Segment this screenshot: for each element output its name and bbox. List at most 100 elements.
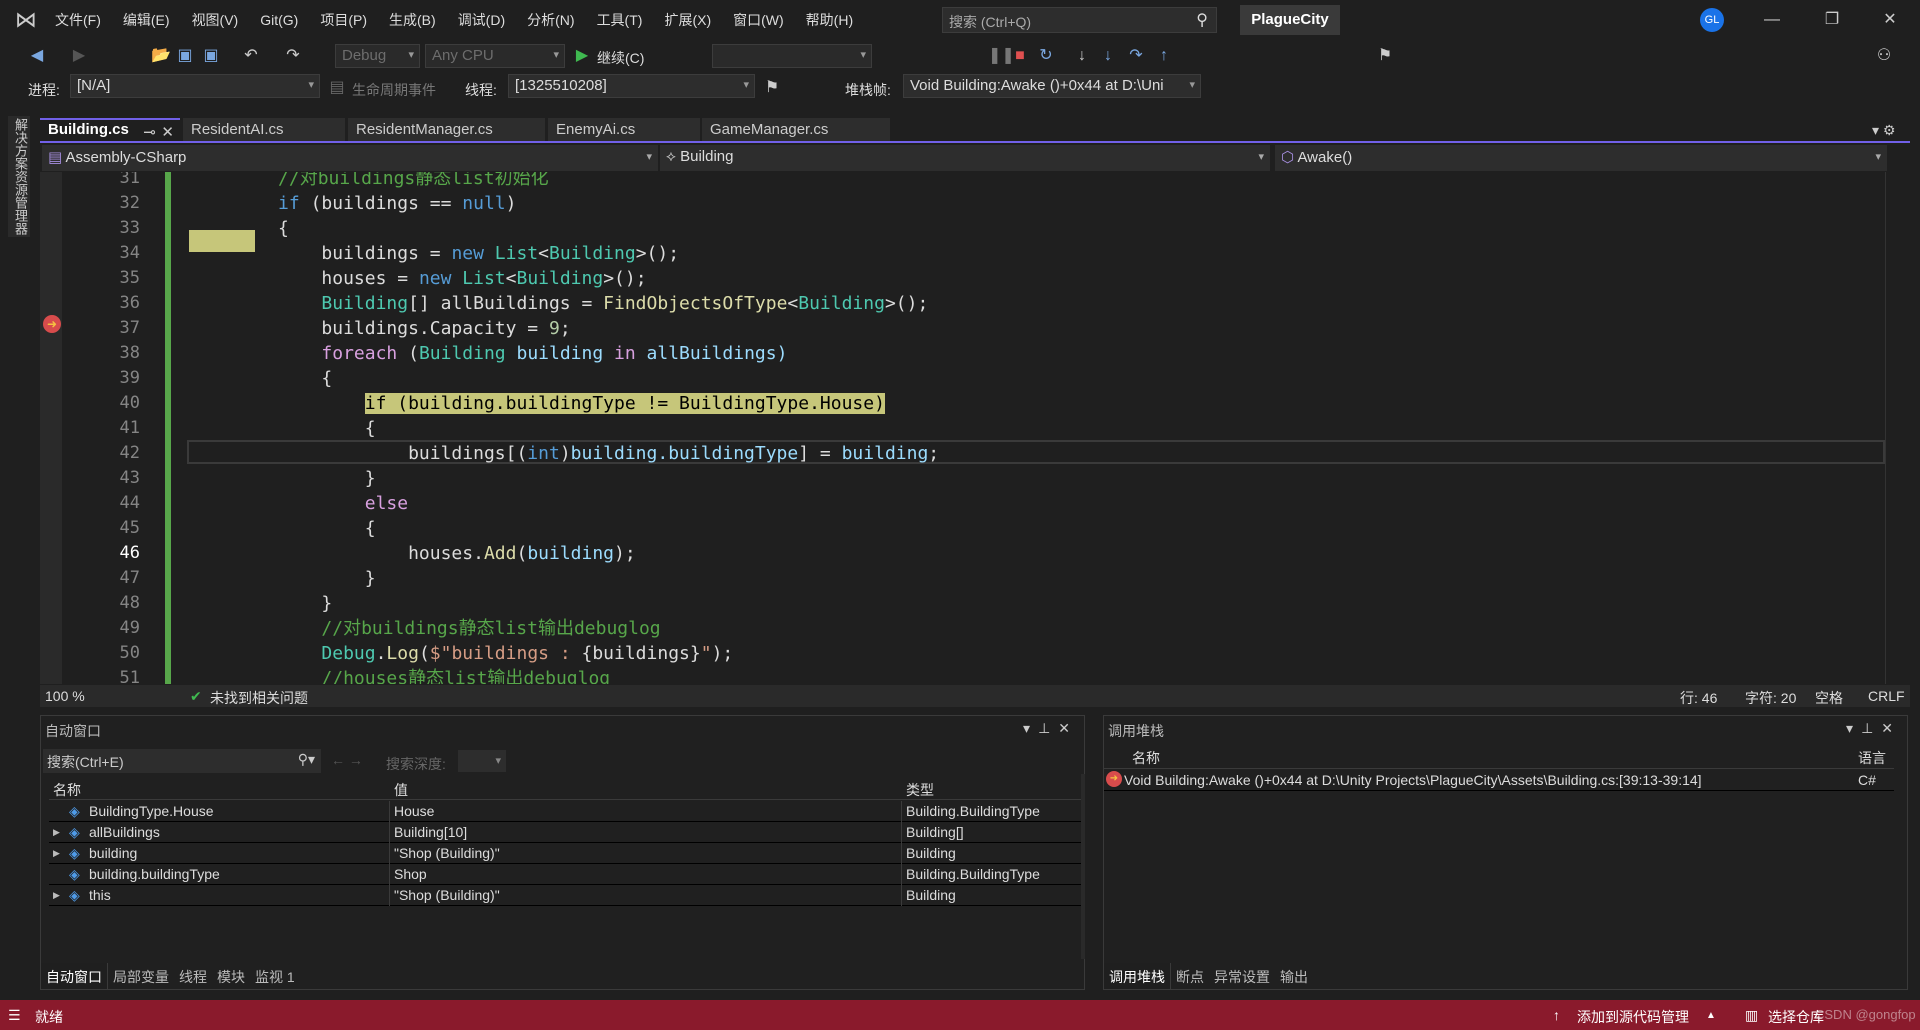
zoom-dropdown[interactable]: 100 % [45, 688, 85, 704]
breakpoint-margin[interactable] [40, 172, 62, 684]
code-line[interactable]: } [148, 591, 332, 616]
show-next-statement-icon[interactable]: ↓ [1072, 43, 1092, 69]
live-share-icon[interactable]: ⚇ [1874, 43, 1894, 69]
project-dropdown[interactable]: ▤ Assembly-CSharp ▾ [42, 145, 658, 171]
call-stack-row[interactable]: ➜ Void Building:Awake ()+0x44 at D:\Unity… [1104, 770, 1894, 791]
expand-arrow-icon[interactable]: ▶ [53, 827, 60, 838]
issues-status[interactable]: 未找到相关问题 [210, 688, 308, 708]
close-button[interactable]: ✕ [1870, 6, 1910, 34]
menu-item[interactable]: Git(G) [249, 12, 309, 28]
bookmark-icon[interactable]: ⚑ [1375, 43, 1395, 69]
configuration-dropdown[interactable]: Debug ▾ [335, 44, 420, 68]
code-line[interactable]: buildings.Capacity = 9; [148, 316, 570, 341]
code-line[interactable]: } [148, 566, 376, 591]
code-line[interactable]: Debug.Log($"buildings : {buildings}"); [148, 641, 733, 666]
member-dropdown[interactable]: ⬡ Awake() ▾ [1275, 145, 1887, 171]
column-header-language[interactable]: 语言 [1858, 748, 1886, 768]
column-header-value[interactable]: 值 [394, 780, 408, 800]
code-line[interactable]: if (building.buildingType != BuildingTyp… [148, 391, 885, 416]
autos-tab[interactable]: 模块 [212, 963, 250, 989]
forward-icon[interactable]: ▶ [68, 43, 90, 69]
call-stack-tab[interactable]: 调用堆栈 [1104, 963, 1171, 989]
close-icon[interactable]: ✕ [161, 123, 174, 141]
menu-item[interactable]: 项目(P) [309, 10, 378, 30]
column-header-type[interactable]: 类型 [906, 780, 934, 800]
save-icon[interactable]: ▣ [174, 43, 196, 69]
autos-row[interactable]: ▶ ◈ this "Shop (Building)" Building [49, 885, 1081, 906]
platform-dropdown[interactable]: Any CPU ▾ [425, 44, 565, 68]
autos-tab[interactable]: 线程 [174, 963, 212, 989]
code-line[interactable]: //houses静态list输出debuglog [148, 666, 610, 684]
menu-item[interactable]: 文件(F) [44, 10, 112, 30]
search-box[interactable]: 搜索 (Ctrl+Q) ⚲ [942, 7, 1217, 33]
variable-value[interactable]: House [394, 803, 434, 819]
expand-arrow-icon[interactable]: ▶ [53, 890, 60, 901]
code-line[interactable]: Building[] allBuildings = FindObjectsOfT… [148, 291, 928, 316]
whitespace-status[interactable]: 空格 [1815, 688, 1843, 708]
call-stack-tab[interactable]: 异常设置 [1209, 963, 1275, 989]
menu-item[interactable]: 扩展(X) [653, 10, 722, 30]
process-dropdown[interactable]: [N/A] ▾ [70, 74, 320, 98]
code-line[interactable]: foreach (Building building in allBuildin… [148, 341, 787, 366]
eol-status[interactable]: CRLF [1868, 688, 1905, 704]
code-line[interactable]: { [148, 416, 376, 441]
menu-item[interactable]: 帮助(H) [795, 10, 864, 30]
tab-building-cs[interactable]: Building.cs ⊸ ✕ [40, 118, 180, 142]
tab-overflow-chevron-icon[interactable]: ▾ ⚙ [1872, 122, 1895, 139]
code-line[interactable]: //对buildings静态list输出debuglog [148, 616, 660, 641]
autos-row[interactable]: ◈ BuildingType.House House Building.Buildin… [49, 801, 1081, 822]
column-header-name[interactable]: 名称 [53, 780, 81, 800]
line-number-status[interactable]: 行: 46 [1680, 688, 1717, 708]
vertical-scrollbar[interactable] [1885, 172, 1900, 684]
variable-value[interactable]: "Shop (Building)" [394, 845, 500, 861]
avatar[interactable]: GL [1700, 8, 1724, 32]
pause-icon[interactable]: ❚❚ [988, 43, 1015, 69]
tab-gamemanager-cs[interactable]: GameManager.cs [702, 118, 890, 142]
menu-item[interactable]: 编辑(E) [112, 10, 181, 30]
autos-tab[interactable]: 局部变量 [108, 963, 174, 989]
menu-item[interactable]: 调试(D) [447, 10, 516, 30]
char-number-status[interactable]: 字符: 20 [1745, 688, 1796, 708]
code-line[interactable]: //对buildings静态list初始化 [148, 172, 549, 191]
code-line[interactable]: houses = new List<Building>(); [148, 266, 646, 291]
empty-dropdown[interactable]: ▾ [712, 44, 872, 68]
step-out-icon[interactable]: ↑ [1154, 43, 1174, 69]
tab-enemyai-cs[interactable]: EnemyAi.cs [548, 118, 700, 142]
menu-item[interactable]: 分析(N) [516, 10, 585, 30]
add-to-source-control-button[interactable]: 添加到源代码管理 [1577, 1007, 1689, 1027]
back-icon[interactable]: ◀ [26, 43, 48, 69]
tab-residentai-cs[interactable]: ResidentAI.cs [183, 118, 345, 142]
code-line[interactable]: { [148, 366, 332, 391]
autos-row[interactable]: ▶ ◈ allBuildings Building[10] Building[] [49, 822, 1081, 843]
code-line[interactable]: buildings = new List<Building>(); [148, 241, 679, 266]
continue-button[interactable]: 继续(C) [597, 48, 644, 68]
redo-icon[interactable]: ↷ [282, 43, 304, 69]
code-editor[interactable]: ➜ 31 //对buildings静态list初始化 32 if (buildin… [0, 172, 1900, 684]
variable-value[interactable]: Building[10] [394, 824, 467, 840]
search-depth-dropdown[interactable]: ▾ [458, 750, 506, 772]
expand-arrow-icon[interactable]: ▶ [53, 848, 60, 859]
code-line[interactable]: else [148, 491, 408, 516]
menu-item[interactable]: 视图(V) [181, 10, 250, 30]
search-nav-arrows-icon[interactable]: ← → [331, 752, 363, 768]
stackframe-dropdown[interactable]: Void Building:Awake ()+0x44 at D:\Uni ▾ [903, 74, 1201, 98]
tab-residentmanager-cs[interactable]: ResidentManager.cs [348, 118, 545, 142]
undo-icon[interactable]: ↶ [240, 43, 262, 69]
variable-value[interactable]: "Shop (Building)" [394, 887, 500, 903]
menu-item[interactable]: 工具(T) [586, 10, 654, 30]
step-into-icon[interactable]: ↓ [1098, 43, 1118, 69]
code-line[interactable]: { [148, 516, 376, 541]
class-dropdown[interactable]: ⟡ Building ▾ [660, 145, 1270, 171]
call-stack-tab[interactable]: 输出 [1275, 963, 1313, 989]
lifecycle-events-button[interactable]: 生命周期事件 [352, 80, 436, 100]
open-folder-icon[interactable]: 📂 [150, 43, 172, 69]
autos-tab[interactable]: 监视 1 [250, 963, 300, 989]
autos-row[interactable]: ▶ ◈ building "Shop (Building)" Building [49, 843, 1081, 864]
panel-controls-icon[interactable]: ▾⊥✕ [1846, 720, 1901, 737]
save-all-icon[interactable]: ▣ [200, 43, 222, 69]
restore-button[interactable]: ❐ [1812, 6, 1852, 34]
autos-scrollbar[interactable] [1081, 774, 1085, 959]
autos-row[interactable]: ◈ building.buildingType Shop Building.Build… [49, 864, 1081, 885]
stop-icon[interactable]: ■ [1010, 43, 1030, 69]
autos-tab[interactable]: 自动窗口 [41, 963, 108, 989]
